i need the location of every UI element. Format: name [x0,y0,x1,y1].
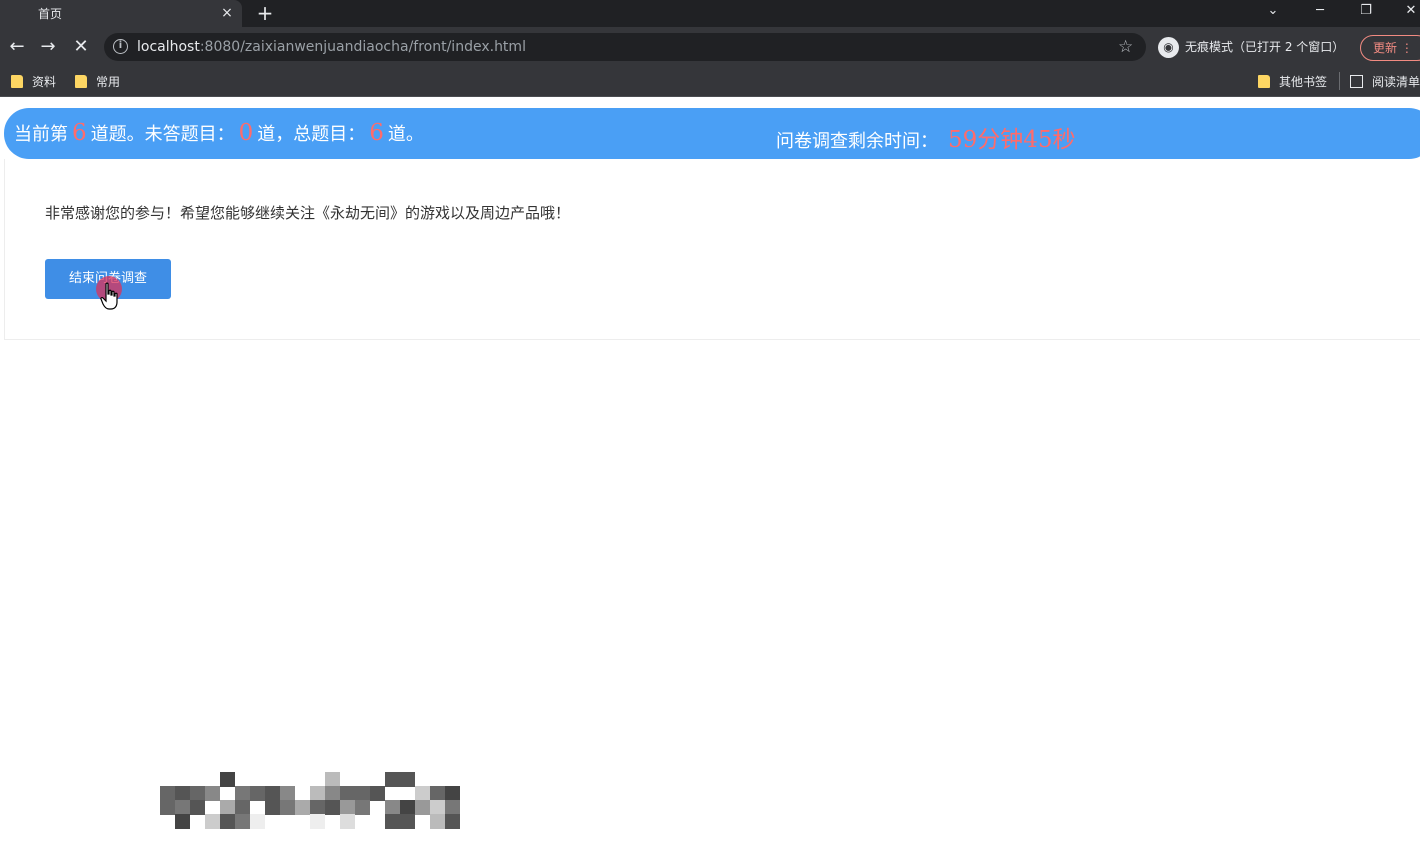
mosaic-block [355,800,370,815]
mosaic-block [340,814,355,829]
bookmark-divider [1339,72,1340,90]
mosaic-block [415,786,430,801]
mosaic-block [400,814,415,829]
survey-complete-card: 非常感谢您的参与！希望您能够继续关注《永劫无间》的游戏以及周边产品哦！ 结束问卷… [4,159,1420,340]
pixelated-area [160,772,460,829]
mosaic-block [160,800,175,815]
mosaic-block [220,772,235,787]
mosaic-block [220,814,235,829]
mosaic-block [430,814,445,829]
mosaic-block [385,800,400,815]
mosaic-block [340,800,355,815]
mosaic-block [190,800,205,815]
bookmark-folder-changyong[interactable]: 常用 [75,73,120,91]
incognito-icon: ◉ [1158,37,1179,58]
mosaic-block [310,814,325,829]
mosaic-block [175,800,190,815]
mosaic-block [325,772,340,787]
mosaic-block [355,786,370,801]
folder-icon [11,75,23,88]
timer-value: 59分钟45秒 [948,127,1076,153]
tab-search-icon[interactable]: ⌄ [1260,0,1286,24]
bookmarks-bar: 资料 常用 其他书签 阅读清单 [0,67,1420,97]
mosaic-block [235,814,250,829]
minimize-icon[interactable]: ─ [1307,0,1333,24]
tab-close-icon[interactable]: × [219,3,235,23]
site-info-icon[interactable]: i [113,39,128,54]
mosaic-block [175,786,190,801]
hand-cursor-icon [100,282,118,310]
mosaic-block [325,786,340,801]
thanks-message: 非常感谢您的参与！希望您能够继续关注《永劫无间》的游戏以及周边产品哦！ [45,204,571,222]
browser-toolbar: ← → ✕ i localhost:8080/zaixianwenjuandia… [0,27,1420,67]
mosaic-block [220,800,235,815]
forward-arrow-icon[interactable]: → [36,34,60,60]
folder-icon [75,75,87,88]
reading-list-button[interactable]: 阅读清单 [1350,73,1420,91]
mosaic-block [235,800,250,815]
mosaic-block [295,800,310,815]
page-content: 当前第 6 道题。未答题目： 0 道，总题目： 6 道。 问卷调查剩余时间： 59分钟45秒 … [0,98,1420,852]
mosaic-block [280,786,295,801]
mosaic-block [250,786,265,801]
mosaic-block [445,800,460,815]
total-count: 6 [369,120,384,146]
mosaic-block [400,800,415,815]
mosaic-block [175,814,190,829]
incognito-label: 无痕模式（已打开 2 个窗口） [1185,40,1345,54]
mosaic-block [340,786,355,801]
mosaic-block [310,800,325,815]
mosaic-block [235,786,250,801]
unanswered-count: 0 [238,120,254,146]
mosaic-block [190,786,205,801]
folder-icon [1258,75,1270,88]
survey-status-bar: 当前第 6 道题。未答题目： 0 道，总题目： 6 道。 问卷调查剩余时间： 59分钟45秒 [4,108,1420,159]
mosaic-block [430,800,445,815]
bookmark-star-icon[interactable]: ☆ [1118,36,1133,58]
mosaic-block [205,786,220,801]
mosaic-block [385,814,400,829]
timer-label: 问卷调查剩余时间： [776,131,938,152]
progress-text: 当前第 6 道题。未答题目： 0 道，总题目： 6 道。 [14,120,424,146]
mosaic-block [265,800,280,815]
mosaic-block [385,772,400,787]
mosaic-block [325,800,340,815]
url-text[interactable]: localhost:8080/zaixianwenjuandiaocha/fro… [137,39,526,55]
back-arrow-icon[interactable]: ← [5,34,29,60]
bookmark-folder-other[interactable]: 其他书签 [1258,73,1327,91]
timer: 问卷调查剩余时间： 59分钟45秒 [776,120,1076,154]
update-button[interactable]: 更新 ⋮ [1360,35,1420,61]
reading-list-icon [1350,75,1363,88]
browser-tab[interactable]: 首页 × [0,0,242,27]
tab-strip: 首页 × + ⌄ ─ ❐ ✕ [0,0,1420,27]
stop-loading-icon[interactable]: ✕ [69,34,93,60]
mosaic-block [250,814,265,829]
current-question-number: 6 [72,120,87,146]
incognito-indicator[interactable]: ◉ 无痕模式（已打开 2 个窗口） [1158,35,1344,59]
mosaic-block [445,814,460,829]
mosaic-block [445,786,460,801]
bookmark-folder-ziliao[interactable]: 资料 [11,73,56,91]
close-window-icon[interactable]: ✕ [1398,0,1420,24]
mosaic-block [310,786,325,801]
tab-title: 首页 [38,7,63,21]
mosaic-block [415,800,430,815]
address-bar[interactable]: i localhost:8080/zaixianwenjuandiaocha/f… [104,33,1146,61]
new-tab-button[interactable]: + [256,1,274,25]
mosaic-block [400,772,415,787]
mosaic-block [370,786,385,801]
mosaic-block [430,786,445,801]
mosaic-block [265,786,280,801]
restore-icon[interactable]: ❐ [1353,0,1379,24]
mosaic-block [280,800,295,815]
mosaic-block [160,786,175,801]
mosaic-block [205,814,220,829]
